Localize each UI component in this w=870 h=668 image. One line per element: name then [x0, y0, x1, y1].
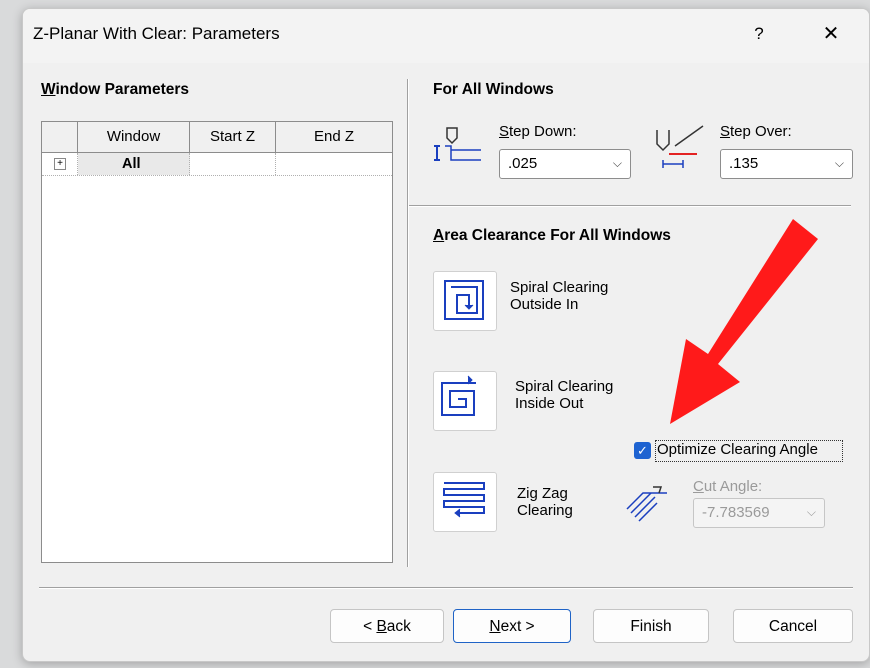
footer-divider	[39, 587, 853, 589]
step-over-select[interactable]: .135 ⌵	[720, 149, 853, 179]
chevron-down-icon: ⌵	[806, 505, 816, 519]
back-button[interactable]: < Back	[330, 609, 444, 643]
spiral-inside-out-button[interactable]	[433, 371, 497, 431]
zig-zag-label: Zig Zag Clearing	[517, 485, 573, 519]
window-cell[interactable]: All	[78, 153, 190, 175]
zig-zag-icon	[443, 482, 485, 518]
spiral-outside-in-icon	[444, 280, 484, 320]
horizontal-divider	[409, 205, 851, 207]
step-over-label: Step Over:	[720, 123, 792, 140]
for-all-windows-heading: For All Windows	[433, 81, 554, 98]
zig-zag-button[interactable]	[433, 472, 497, 532]
step-over-value: .135	[729, 155, 759, 172]
spiral-inside-out-icon	[441, 375, 476, 416]
column-header-start-z[interactable]: Start Z	[190, 122, 276, 152]
window-parameters-heading: Window Parameters	[41, 81, 190, 98]
parameters-dialog: Z-Planar With Clear: Parameters ? ✕ Wind…	[22, 8, 870, 662]
cut-angle-select: -7.783569 ⌵	[693, 498, 825, 528]
window-title: Z-Planar With Clear: Parameters	[33, 24, 280, 43]
table-row[interactable]: + All	[42, 153, 392, 176]
annotation-arrow-icon	[670, 219, 818, 424]
spiral-outside-in-label: Spiral Clearing Outside In	[510, 279, 609, 313]
expand-icon[interactable]: +	[54, 158, 66, 170]
step-down-label: Step Down:	[499, 123, 577, 140]
cut-angle-value: -7.783569	[702, 504, 770, 521]
help-button[interactable]: ?	[743, 19, 775, 49]
title-bar: Z-Planar With Clear: Parameters ? ✕	[23, 9, 869, 63]
grid-corner	[42, 122, 78, 152]
optimize-clearing-angle-label[interactable]: Optimize Clearing Angle	[657, 441, 818, 458]
column-header-end-z[interactable]: End Z	[276, 122, 392, 152]
step-down-icon	[434, 127, 481, 161]
column-header-window[interactable]: Window	[78, 122, 190, 152]
step-over-icon	[656, 125, 704, 168]
step-down-select[interactable]: .025 ⌵	[499, 149, 631, 179]
chevron-down-icon: ⌵	[612, 156, 622, 170]
cancel-button[interactable]: Cancel	[733, 609, 853, 643]
expand-cell: +	[42, 153, 78, 175]
chevron-down-icon: ⌵	[834, 156, 844, 170]
grid-header: Window Start Z End Z	[42, 122, 392, 153]
window-parameters-grid[interactable]: Window Start Z End Z + All	[41, 121, 393, 563]
end-z-cell[interactable]	[276, 153, 392, 175]
area-clearance-heading: Area Clearance For All Windows	[433, 227, 671, 244]
next-button[interactable]: Next >	[453, 609, 571, 643]
finish-button[interactable]: Finish	[593, 609, 709, 643]
close-button[interactable]: ✕	[813, 19, 849, 49]
step-down-value: .025	[508, 155, 538, 172]
cut-angle-label: Cut Angle:	[693, 478, 763, 495]
vertical-divider	[407, 79, 409, 567]
cut-angle-icon	[626, 486, 667, 522]
start-z-cell[interactable]	[190, 153, 276, 175]
optimize-checkbox[interactable]: ✓	[634, 442, 651, 459]
spiral-outside-in-button[interactable]	[433, 271, 497, 331]
spiral-inside-out-label: Spiral Clearing Inside Out	[515, 378, 614, 412]
